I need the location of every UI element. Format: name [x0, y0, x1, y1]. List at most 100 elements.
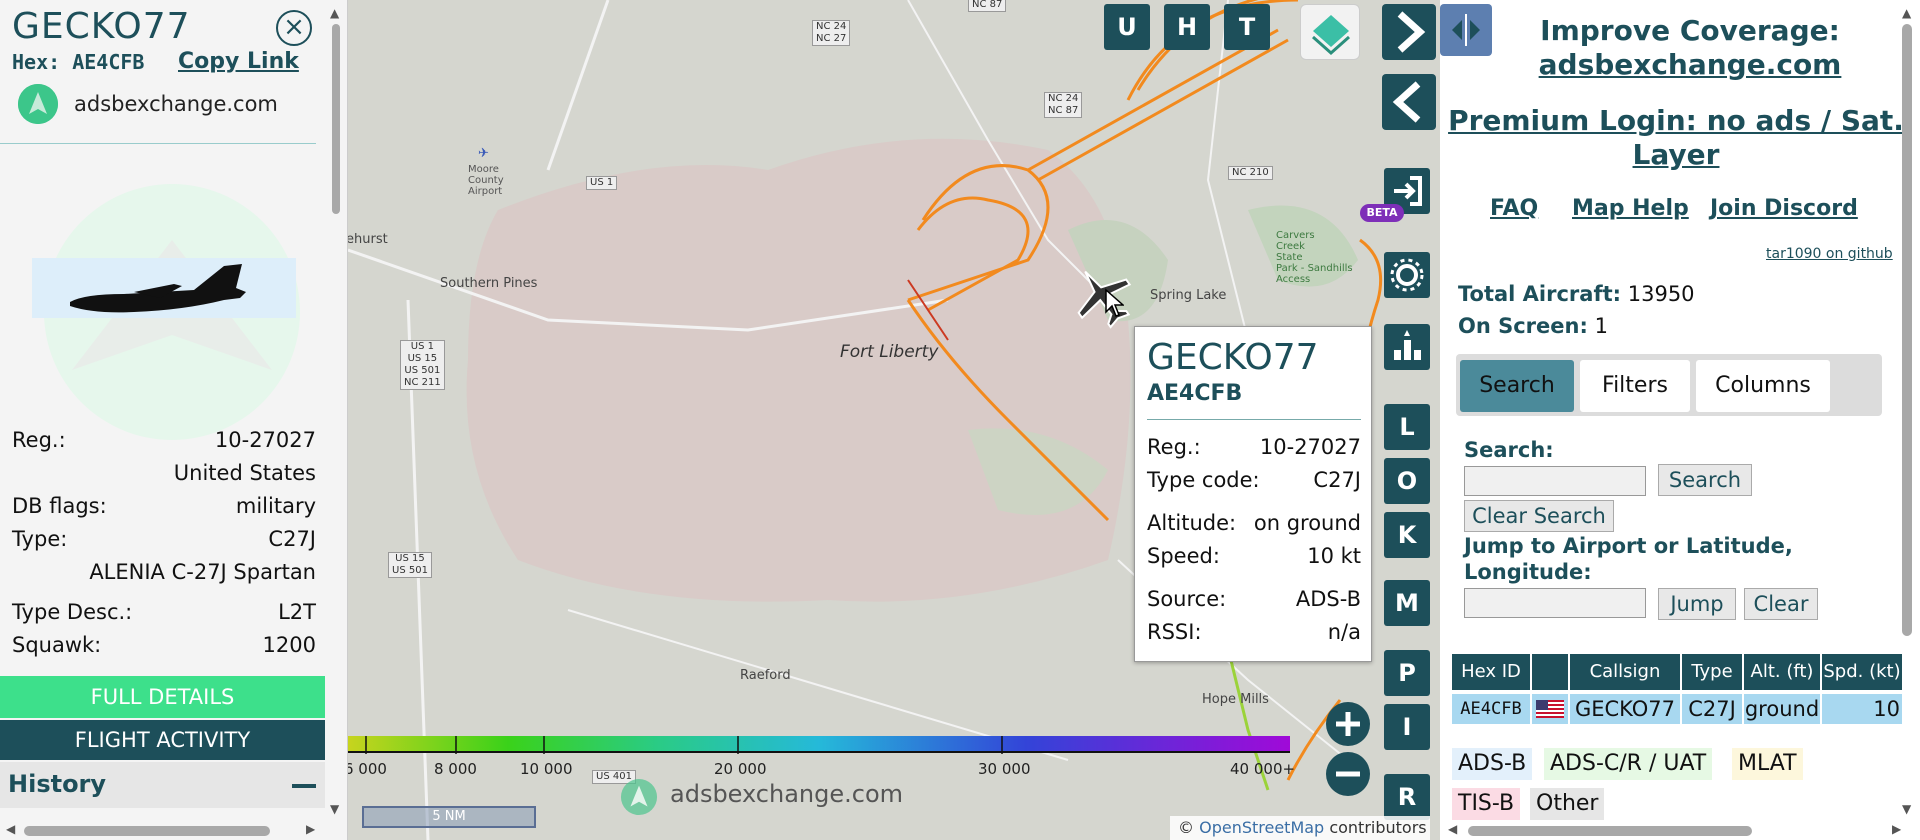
scale-label: 6 000 [348, 760, 387, 778]
table-cell[interactable]: AE4CFB [1452, 694, 1530, 724]
table-cell[interactable]: C27J [1682, 694, 1742, 724]
column-header[interactable]: Type [1682, 654, 1742, 690]
detail-row: Reg.: 10-27027 [12, 428, 316, 456]
tab-search[interactable]: Search [1460, 360, 1574, 412]
total-aircraft-value: 13950 [1627, 282, 1695, 306]
openstreetmap-link[interactable]: OpenStreetMap [1199, 818, 1324, 837]
map-help-link[interactable]: Map Help [1572, 196, 1689, 221]
popup-value: C27J [1313, 468, 1361, 492]
zoom-in-button[interactable] [1326, 702, 1370, 746]
clear-jump-button[interactable]: Clear [1744, 588, 1818, 620]
premium-login-link-line2[interactable]: Layer [1446, 138, 1906, 171]
faq-link[interactable]: FAQ [1490, 196, 1538, 221]
scroll-right-icon[interactable]: ▶ [1892, 822, 1901, 836]
map-layers-button[interactable] [1300, 4, 1360, 60]
github-link[interactable]: tar1090 on github [1766, 246, 1893, 262]
toggle-t-button[interactable]: T [1224, 4, 1270, 50]
horizontal-scrollbar[interactable] [1468, 826, 1752, 836]
flight-activity-button[interactable]: FLIGHT ACTIVITY [0, 720, 325, 760]
jump-input[interactable] [1464, 588, 1646, 618]
column-header[interactable]: Alt. (ft) [1744, 654, 1820, 690]
source-name: adsbexchange.com [74, 92, 278, 116]
join-discord-link[interactable]: Join Discord [1710, 196, 1858, 221]
popup-key: Source: [1147, 587, 1227, 611]
popup-value: n/a [1327, 620, 1361, 644]
jump-label: Jump to Airport or Latitude, [1464, 534, 1793, 558]
toggle-u-button[interactable]: U [1104, 4, 1150, 50]
stats-button[interactable] [1384, 324, 1430, 370]
highway-shield: US 1 [586, 176, 618, 190]
table-cell[interactable] [1532, 694, 1568, 724]
toggle-r-button[interactable]: R [1384, 774, 1430, 820]
popup-hex: AE4CFB [1147, 381, 1243, 406]
history-section-header[interactable]: History [0, 762, 325, 808]
popup-value: 10-27027 [1259, 435, 1361, 459]
table-cell[interactable]: GECKO77 [1570, 694, 1680, 724]
clear-search-button[interactable]: Clear Search [1464, 500, 1614, 532]
toggle-o-button[interactable]: O [1384, 458, 1430, 504]
scroll-left-icon[interactable]: ◀ [6, 822, 15, 836]
tab-columns[interactable]: Columns [1696, 360, 1830, 412]
toggle-i-button[interactable]: I [1384, 704, 1430, 750]
tab-filters[interactable]: Filters [1580, 360, 1690, 412]
search-input[interactable] [1464, 466, 1646, 496]
column-header[interactable]: Callsign [1570, 654, 1680, 690]
popup-divider [1147, 419, 1361, 420]
detail-value: ALENIA C-27J Spartan [89, 560, 316, 584]
toggle-l-button[interactable]: L [1384, 404, 1430, 450]
legend-ads-b: ADS-B [1452, 748, 1533, 780]
on-screen-label: On Screen: [1458, 314, 1588, 338]
improve-coverage-link[interactable]: adsbexchange.com [1484, 48, 1896, 81]
collapse-icon[interactable] [292, 784, 316, 788]
detail-value: United States [173, 461, 316, 485]
zoom-out-button[interactable] [1326, 752, 1370, 796]
aircraft-silhouette-icon [70, 264, 246, 313]
detail-row: Squawk: 1200 [12, 633, 316, 661]
scale-label: 30 000 [978, 760, 1031, 778]
map-label-southern-pines: Southern Pines [440, 276, 538, 291]
premium-login-link[interactable]: Premium Login: no ads / Sat. [1446, 104, 1906, 137]
column-header[interactable]: Spd. (kt) [1822, 654, 1902, 690]
table-cell[interactable]: ground [1744, 694, 1820, 724]
detail-value: C27J [268, 527, 316, 551]
toggle-k-button[interactable]: K [1384, 512, 1430, 558]
popup-value: 10 kt [1307, 544, 1361, 568]
detail-row: United States [12, 461, 316, 489]
detail-key: Squawk: [12, 633, 102, 657]
detail-value: 1200 [262, 633, 316, 657]
map-view[interactable]: Southern Pines Fort Liberty Spring Lake … [348, 0, 1440, 840]
toggle-h-button[interactable]: H [1164, 4, 1210, 50]
close-icon[interactable]: × [276, 10, 312, 46]
jump-button[interactable]: Jump [1658, 588, 1736, 620]
aircraft-popup[interactable]: GECKO77 AE4CFB Reg.: 10-27027 Type code: C… [1134, 326, 1372, 662]
hex-line: Hex: AE4CFB [12, 50, 144, 74]
scroll-up-icon[interactable]: ▲ [330, 6, 339, 20]
toggle-p-button[interactable]: P [1384, 650, 1430, 696]
prev-button[interactable] [1382, 74, 1436, 130]
altitude-color-scale [348, 736, 1290, 754]
search-button[interactable]: Search [1658, 464, 1752, 496]
scroll-down-icon[interactable]: ▼ [330, 802, 339, 816]
vertical-scrollbar[interactable] [332, 24, 340, 214]
scale-label: 40 000+ [1230, 760, 1296, 778]
horizontal-scrollbar[interactable] [24, 826, 270, 836]
toggle-m-button[interactable]: M [1384, 580, 1430, 626]
next-button[interactable] [1382, 4, 1436, 60]
column-header[interactable] [1532, 654, 1568, 690]
scroll-left-icon[interactable]: ◀ [1448, 822, 1457, 836]
highway-shield: NC 87 [968, 0, 1007, 12]
scroll-down-icon[interactable]: ▼ [1902, 802, 1911, 816]
aircraft-marker-icon[interactable] [1068, 262, 1138, 332]
settings-button[interactable] [1384, 252, 1430, 298]
table-cell[interactable]: 10 [1822, 694, 1902, 724]
highway-shield: US 15 US 501 [388, 552, 432, 578]
scroll-right-icon[interactable]: ▶ [306, 822, 315, 836]
popup-key: RSSI: [1147, 620, 1202, 644]
detail-value: 10-27027 [214, 428, 316, 452]
adsbexchange-logo-icon [18, 84, 58, 124]
column-header[interactable]: Hex ID [1452, 654, 1530, 690]
vertical-scrollbar[interactable] [1902, 24, 1912, 636]
copy-link[interactable]: Copy Link [178, 49, 299, 74]
scroll-up-icon[interactable]: ▲ [1902, 6, 1911, 20]
full-details-button[interactable]: FULL DETAILS [0, 676, 325, 718]
